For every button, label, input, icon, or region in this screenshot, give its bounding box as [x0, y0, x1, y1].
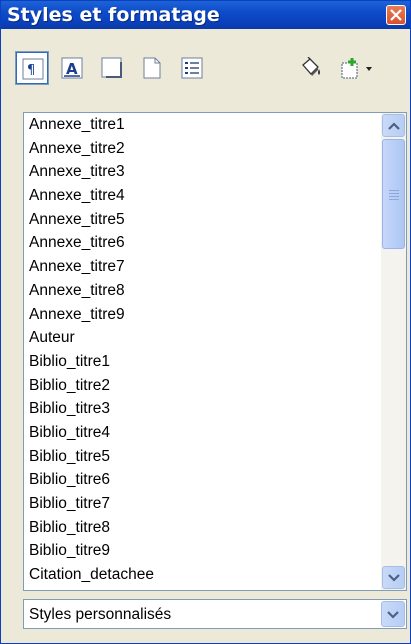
style-filter-dropdown-button[interactable] [381, 601, 405, 627]
style-list-item[interactable]: Annexe_titre5 [24, 208, 376, 232]
chevron-up-icon [388, 122, 400, 130]
paragraph-styles-icon: ¶ [22, 58, 44, 80]
style-list-item[interactable]: Annexe_titre8 [24, 279, 376, 303]
style-list-item[interactable]: Biblio_titre5 [24, 445, 376, 469]
style-list-item[interactable]: Biblio_titre6 [24, 468, 376, 492]
title-bar[interactable]: Styles et formatage [1, 1, 410, 29]
style-list-item[interactable]: Annexe_titre6 [24, 231, 376, 255]
toolbar: ¶ A [15, 51, 405, 91]
style-list-item[interactable]: Biblio_titre7 [24, 492, 376, 516]
style-list-item[interactable]: Annexe_titre9 [24, 303, 376, 327]
style-list-item[interactable]: Annexe_titre2 [24, 137, 376, 161]
list-styles-icon [181, 57, 203, 79]
page-styles-button[interactable] [135, 51, 169, 85]
style-list-item[interactable]: Biblio_titre8 [24, 516, 376, 540]
page-styles-icon [143, 57, 161, 79]
character-styles-button[interactable]: A [55, 51, 89, 85]
close-icon [390, 9, 402, 21]
style-list-item[interactable]: Annexe_titre4 [24, 184, 376, 208]
style-filter-value: Styles personnalisés [29, 606, 172, 623]
svg-text:¶: ¶ [27, 63, 35, 78]
style-list-item[interactable]: Biblio_titre4 [24, 421, 376, 445]
style-list-item[interactable]: Biblio_titre2 [24, 374, 376, 398]
style-list-item[interactable]: Citation_detachee [24, 563, 376, 587]
style-list-item[interactable]: Biblio_titre1 [24, 350, 376, 374]
chevron-down-icon [388, 574, 400, 582]
character-styles-icon: A [61, 57, 83, 79]
fill-format-mode-button[interactable] [293, 51, 327, 85]
list-styles-button[interactable] [175, 51, 209, 85]
new-style-from-selection-button[interactable] [333, 51, 385, 85]
new-style-icon [341, 58, 372, 79]
style-list-item[interactable]: Biblio_titre3 [24, 397, 376, 421]
scroll-down-button[interactable] [382, 566, 405, 589]
frame-styles-icon [101, 57, 122, 78]
chevron-down-icon [387, 611, 399, 619]
styles-list-items: Annexe_titre1 Annexe_titre2 Annexe_titre3 A… [24, 113, 376, 587]
style-filter-select[interactable]: Styles personnalisés [23, 599, 407, 629]
style-list-item[interactable]: Annexe_titre1 [24, 113, 376, 137]
vertical-scrollbar[interactable] [381, 113, 406, 590]
scroll-thumb[interactable] [382, 139, 405, 249]
style-list-item[interactable]: Annexe_titre3 [24, 160, 376, 184]
style-list-item[interactable]: Biblio_titre9 [24, 539, 376, 563]
style-list-item[interactable]: Auteur [24, 326, 376, 350]
styles-formatting-window: Styles et formatage ¶ A Annexe_titre1 An… [0, 0, 411, 644]
style-list-item[interactable]: Annexe_titre7 [24, 255, 376, 279]
window-title: Styles et formatage [7, 4, 220, 26]
paint-bucket-icon [302, 57, 320, 76]
close-button[interactable] [386, 5, 406, 25]
styles-list[interactable]: Annexe_titre1 Annexe_titre2 Annexe_titre3 A… [23, 112, 407, 591]
frame-styles-button[interactable] [95, 51, 129, 85]
paragraph-styles-button[interactable]: ¶ [15, 51, 49, 85]
scroll-up-button[interactable] [382, 114, 405, 137]
